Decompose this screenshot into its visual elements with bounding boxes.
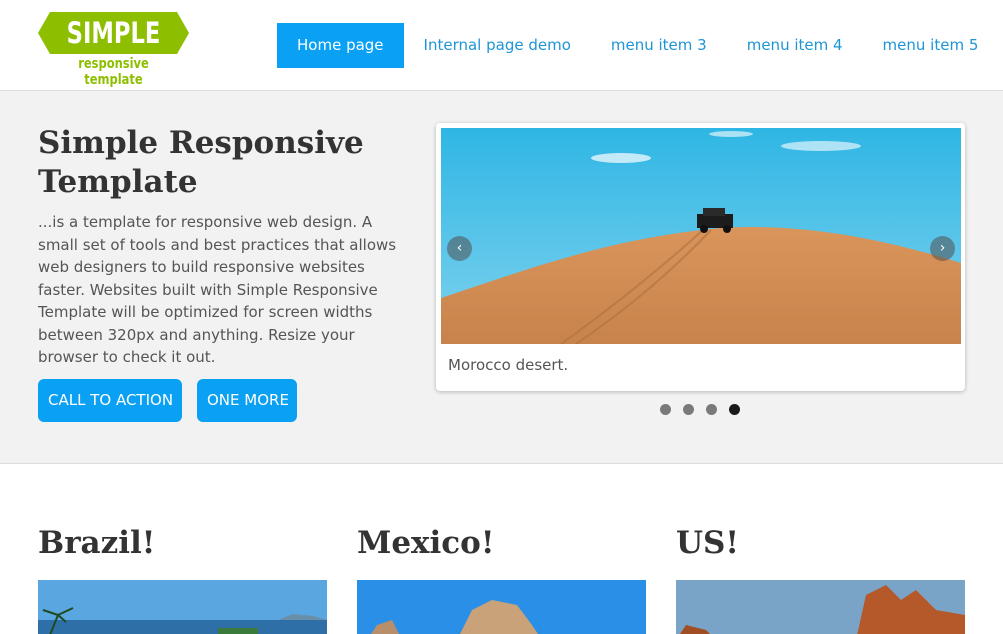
us-photo (676, 580, 965, 634)
brazil-photo (38, 580, 327, 634)
card-title: Brazil! (38, 525, 156, 561)
slider-dot-3[interactable] (706, 404, 717, 415)
slide-caption: Morocco desert. (448, 356, 569, 374)
nav-item-internal-page-demo[interactable]: Internal page demo (404, 23, 591, 68)
card-title: US! (676, 525, 740, 561)
site-header: SIMPLE responsive template Home page Int… (0, 0, 1003, 91)
hero-section: Simple Responsive Template ...is a templ… (0, 91, 1003, 464)
nav-item-menu-item-3[interactable]: menu item 3 (591, 23, 727, 68)
call-to-action-button[interactable]: CALL TO ACTION (38, 379, 182, 422)
slide-image-desert (441, 128, 961, 344)
desert-photo (441, 128, 961, 344)
slider-dot-2[interactable] (683, 404, 694, 415)
nav-item-menu-item-4[interactable]: menu item 4 (727, 23, 863, 68)
nav-item-home-page[interactable]: Home page (277, 23, 404, 68)
main-nav: Home page Internal page demo menu item 3… (277, 23, 998, 68)
site-logo[interactable]: SIMPLE responsive template (38, 12, 190, 88)
card-image-brazil (38, 580, 327, 634)
card-image-us (676, 580, 965, 634)
one-more-button[interactable]: ONE MORE (197, 379, 297, 422)
nav-item-menu-item-5[interactable]: menu item 5 (863, 23, 999, 68)
logo-title: SIMPLE (66, 16, 161, 50)
card-brazil: Brazil! (38, 520, 327, 634)
slider-pagination (660, 404, 752, 415)
card-image-mexico (357, 580, 646, 634)
hero-title: Simple Responsive Template (38, 125, 364, 200)
chevron-right-icon[interactable]: › (930, 236, 955, 261)
image-slider: ‹ › Morocco desert. (436, 123, 965, 391)
slider-dot-4[interactable] (729, 404, 740, 415)
card-us: US! (676, 520, 965, 634)
logo-subtitle: responsive template (78, 56, 149, 88)
card-mexico: Mexico! (357, 520, 646, 634)
card-title: Mexico! (357, 525, 495, 561)
slider-dot-1[interactable] (660, 404, 671, 415)
hero-description: ...is a template for responsive web desi… (38, 213, 397, 366)
mexico-photo (357, 580, 646, 634)
chevron-left-icon[interactable]: ‹ (447, 236, 472, 261)
